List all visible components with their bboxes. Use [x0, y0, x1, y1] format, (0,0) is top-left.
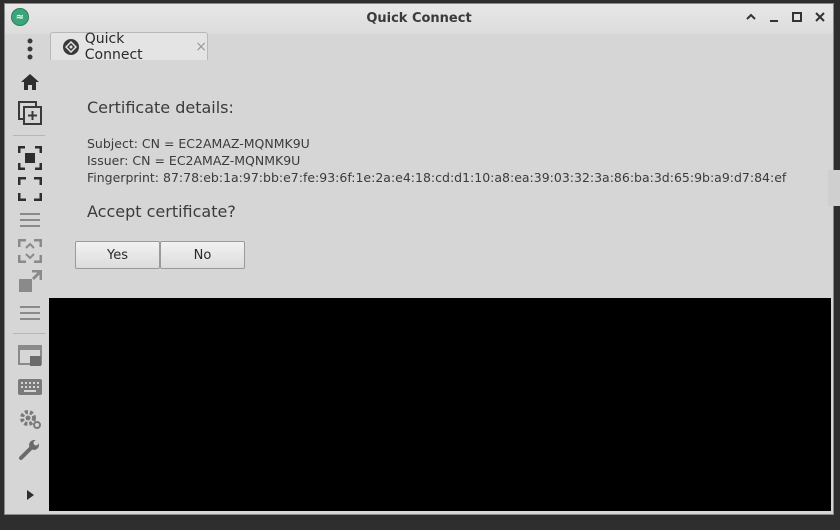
menu-dots-icon[interactable]: [17, 36, 43, 62]
new-window-icon[interactable]: [17, 100, 43, 126]
titlebar: ≈ Quick Connect: [5, 4, 833, 34]
connection-content: Certificate details: Subject: CN = EC2AM…: [49, 60, 831, 511]
fullscreen-icon[interactable]: [17, 176, 43, 202]
accept-question: Accept certificate?: [87, 202, 236, 221]
connection-icon: [63, 38, 79, 55]
certificate-fingerprint: Fingerprint: 87:78:eb:1a:97:bb:e7:fe:93:…: [87, 170, 787, 185]
list-icon[interactable]: [17, 207, 43, 233]
app-window: ≈ Quick Connect Quick Connect × Certific…: [4, 3, 834, 515]
no-button[interactable]: No: [160, 241, 245, 269]
expand-arrow-icon[interactable]: [17, 482, 43, 508]
tab-quick-connect[interactable]: Quick Connect ×: [50, 30, 208, 63]
settings-icon[interactable]: [17, 405, 43, 431]
yes-button[interactable]: Yes: [75, 241, 160, 269]
window-title: Quick Connect: [366, 11, 472, 26]
minimize-icon[interactable]: [767, 10, 781, 24]
minimize-up-icon[interactable]: [744, 10, 758, 24]
maximize-icon[interactable]: [790, 10, 804, 24]
keyboard-icon[interactable]: [17, 374, 43, 400]
fit-window-icon[interactable]: [17, 145, 43, 171]
scale-icon[interactable]: [17, 238, 43, 264]
home-icon[interactable]: [17, 69, 43, 95]
certificate-issuer: Issuer: CN = EC2AMAZ-MQNMK9U: [87, 153, 301, 168]
multi-monitor-icon[interactable]: [17, 269, 43, 295]
tab-close-icon[interactable]: ×: [195, 39, 207, 55]
sidebar-separator-2: [13, 333, 45, 334]
certificate-subject: Subject: CN = EC2AMAZ-MQNMK9U: [87, 136, 310, 151]
tools-icon[interactable]: [17, 436, 43, 462]
toolbar-sidebar: [7, 34, 47, 508]
close-icon[interactable]: [813, 10, 827, 24]
remote-display[interactable]: [49, 298, 831, 511]
screenshot-icon[interactable]: [17, 343, 43, 369]
list-icon-2[interactable]: [17, 300, 43, 326]
certificate-dialog: Certificate details: Subject: CN = EC2AM…: [49, 60, 831, 298]
sidebar-separator: [13, 135, 45, 136]
certificate-heading: Certificate details:: [87, 98, 234, 117]
window-controls: [744, 10, 827, 24]
scroll-gutter: [828, 170, 840, 206]
tab-label: Quick Connect: [84, 30, 143, 63]
